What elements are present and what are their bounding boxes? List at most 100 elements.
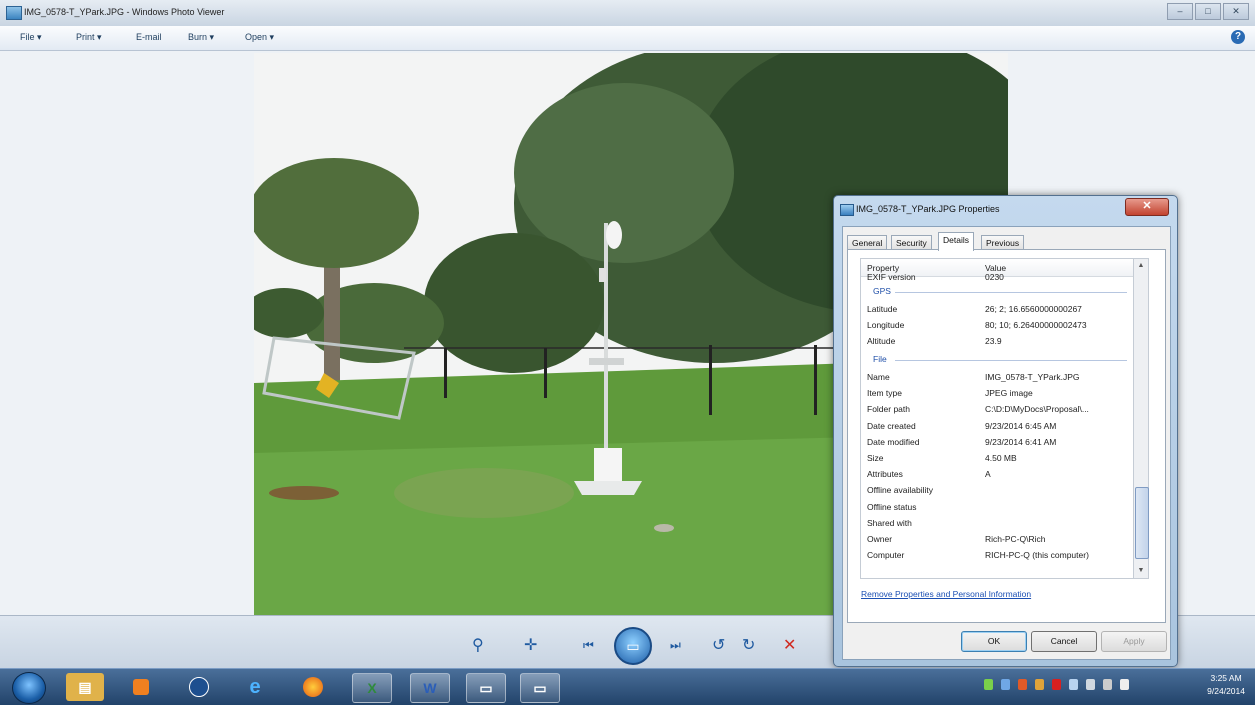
details-list: Property Value EXIF version 0230 GPS Lat… — [860, 258, 1134, 579]
property-name: Offline status — [867, 501, 917, 512]
properties-dialog: IMG_0578-T_YPark.JPG Properties ✕ Genera… — [833, 195, 1178, 667]
tab-previous-versions[interactable]: Previous Versions — [981, 235, 1025, 262]
property-value: 4.50 MB — [985, 453, 1017, 463]
scroll-down-icon[interactable]: ▼ — [1135, 565, 1147, 577]
details-scrollbar[interactable]: ▲ ▼ — [1133, 258, 1149, 579]
dialog-close-button[interactable]: ✕ — [1125, 198, 1169, 216]
tray-icon[interactable] — [1069, 679, 1078, 690]
property-name: Date created — [867, 420, 916, 431]
list-item[interactable]: EXIF version 0230 — [861, 272, 1133, 281]
list-item[interactable]: Latitude 26; 2; 16.6560000000267 — [861, 301, 1133, 317]
menu-open[interactable]: Open ▾ — [245, 32, 274, 43]
tray-icon[interactable] — [984, 679, 993, 690]
remove-properties-link[interactable]: Remove Properties and Personal Informati… — [861, 589, 1031, 599]
tray-icon[interactable] — [1018, 679, 1027, 690]
property-value: 0230 — [985, 272, 1004, 281]
property-value: 80; 10; 6.26400000002473 — [985, 320, 1087, 331]
taskbar: ▤ e X W ▭ ▭ 3:25 AM 9/24/2014 — [0, 668, 1255, 705]
property-name: Size — [867, 453, 884, 463]
word-icon[interactable]: W — [410, 673, 450, 703]
tab-details[interactable]: Details — [938, 232, 974, 251]
list-item[interactable]: Owner Rich-PC-Q\Rich — [861, 531, 1133, 547]
details-panel: Property Value EXIF version 0230 GPS Lat… — [847, 249, 1166, 623]
property-value: A — [985, 469, 991, 480]
start-button[interactable] — [12, 672, 46, 704]
help-icon[interactable]: ? — [1231, 30, 1245, 44]
delete-icon[interactable]: ✕ — [783, 635, 796, 655]
group-label: File — [873, 354, 887, 364]
list-item[interactable]: Offline status — [861, 499, 1133, 515]
ok-button[interactable]: OK — [961, 631, 1027, 652]
navigation-controls: ⚲ ✛ ⏮ ▭ ⏭ ↺ ↻ ✕ — [450, 627, 810, 665]
list-item[interactable]: Altitude 23.9 — [861, 333, 1133, 349]
maximize-button[interactable]: □ — [1195, 3, 1221, 20]
property-name: EXIF version — [867, 272, 916, 281]
group-gps: GPS — [861, 284, 1133, 298]
scroll-thumb[interactable] — [1135, 487, 1149, 559]
rotate-clockwise-icon[interactable]: ↻ — [742, 635, 755, 655]
list-item[interactable]: Item type JPEG image — [861, 385, 1133, 401]
list-item[interactable]: Shared with — [861, 515, 1133, 531]
property-name: Offline availability — [867, 485, 933, 496]
property-value: IMG_0578-T_YPark.JPG — [985, 372, 1080, 382]
cancel-button[interactable]: Cancel — [1031, 631, 1097, 652]
photo-viewer-taskbar-icon[interactable]: ▭ — [520, 673, 560, 703]
tab-security[interactable]: Security — [891, 235, 932, 250]
list-item[interactable]: Folder path C:\D:D\MyDocs\Proposal\... — [861, 401, 1133, 417]
excel-icon[interactable]: X — [352, 673, 392, 703]
scroll-up-icon[interactable]: ▲ — [1135, 260, 1147, 272]
internet-explorer-icon[interactable]: e — [236, 673, 274, 701]
list-item[interactable]: Date modified 9/23/2014 6:41 AM — [861, 434, 1133, 450]
tray-icon[interactable] — [1052, 679, 1061, 690]
rotate-counterclockwise-icon[interactable]: ↺ — [712, 635, 725, 655]
menu-bar: File ▾ Print ▾ E-mail Burn ▾ Open ▾ ? — [0, 26, 1255, 51]
next-button[interactable]: ⏭ — [670, 638, 681, 653]
menu-print[interactable]: Print ▾ — [76, 32, 102, 43]
window-titlebar: IMG_0578-T_YPark.JPG - Windows Photo Vie… — [0, 0, 1255, 27]
property-value: JPEG image — [985, 388, 1033, 399]
list-item[interactable]: Longitude 80; 10; 6.26400000002473 — [861, 317, 1133, 333]
property-name: Shared with — [867, 517, 912, 528]
tray-icon[interactable] — [1001, 679, 1010, 690]
property-name: Date modified — [867, 436, 920, 447]
minimize-button[interactable]: – — [1167, 3, 1193, 20]
firefox-icon[interactable] — [294, 673, 332, 701]
taskbar-clock[interactable]: 3:25 AM 9/24/2014 — [1207, 672, 1245, 698]
window-switcher-icon[interactable]: ▭ — [466, 673, 506, 703]
previous-button[interactable]: ⏮ — [583, 638, 594, 653]
list-item[interactable]: Computer RICH-PC-Q (this computer) — [861, 547, 1133, 563]
hp-icon[interactable] — [180, 673, 218, 701]
tab-general[interactable]: General — [847, 235, 888, 250]
property-name: Name — [867, 372, 890, 382]
close-window-button[interactable]: ✕ — [1223, 3, 1249, 20]
property-name: Owner — [867, 534, 893, 544]
list-item[interactable]: Name IMG_0578-T_YPark.JPG — [861, 369, 1133, 385]
group-label: GPS — [873, 286, 891, 296]
zoom-icon[interactable]: ⚲ — [472, 635, 484, 655]
list-item[interactable]: Attributes A — [861, 466, 1133, 482]
property-value: 26; 2; 16.6560000000267 — [985, 304, 1082, 314]
menu-email[interactable]: E-mail — [136, 32, 162, 42]
volume-icon[interactable] — [1120, 679, 1129, 690]
list-item[interactable]: Size 4.50 MB — [861, 450, 1133, 466]
dialog-body: General Security Details Previous Versio… — [842, 226, 1171, 660]
media-player-icon[interactable] — [122, 673, 160, 701]
file-explorer-icon[interactable]: ▤ — [66, 673, 104, 701]
clock-time: 3:25 AM — [1210, 673, 1242, 683]
actual-size-icon[interactable]: ✛ — [524, 635, 537, 655]
clock-date: 9/24/2014 — [1207, 686, 1245, 696]
system-tray — [984, 679, 1129, 690]
property-value: C:\D:D\MyDocs\Proposal\... — [985, 404, 1089, 415]
property-name: Altitude — [867, 336, 896, 347]
list-item[interactable]: Offline availability — [861, 482, 1133, 498]
list-item[interactable]: Date created 9/23/2014 6:45 AM — [861, 418, 1133, 434]
menu-file[interactable]: File ▾ — [20, 32, 42, 43]
property-value: RICH-PC-Q (this computer) — [985, 550, 1089, 561]
slideshow-button[interactable]: ▭ — [614, 627, 652, 665]
tray-icon[interactable] — [1035, 679, 1044, 690]
apply-button[interactable]: Apply — [1101, 631, 1167, 652]
network-icon[interactable] — [1103, 679, 1112, 690]
tray-icon[interactable] — [1086, 679, 1095, 690]
menu-burn[interactable]: Burn ▾ — [188, 32, 214, 43]
property-name: Item type — [867, 388, 902, 399]
